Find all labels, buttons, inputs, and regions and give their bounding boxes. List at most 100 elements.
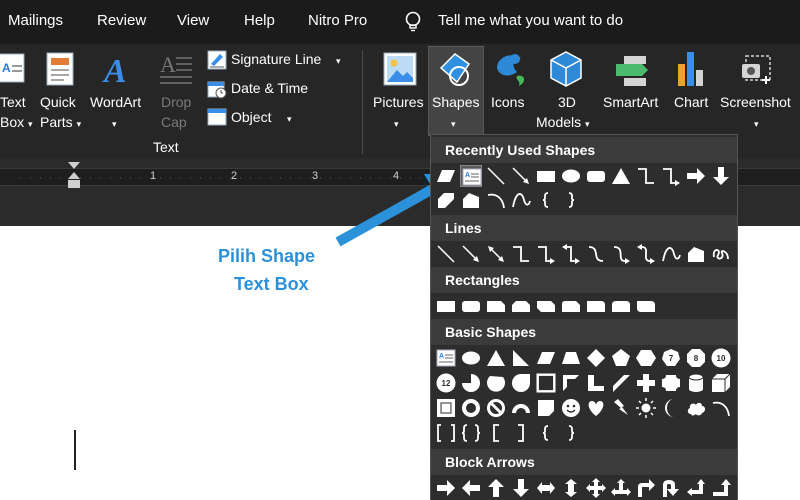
shape-diagonal-stripe-icon[interactable]	[610, 372, 632, 394]
shape-arrow-line-icon[interactable]	[510, 165, 532, 187]
indent-marker-icon[interactable]	[66, 160, 82, 190]
shape-down-arrow-icon[interactable]	[510, 477, 532, 499]
shape-pie-icon[interactable]	[460, 372, 482, 394]
shape-right-triangle-icon[interactable]	[510, 347, 532, 369]
shape-lightning-bolt-icon[interactable]	[610, 397, 632, 419]
tell-me-search[interactable]: Tell me what you want to do	[438, 12, 623, 29]
shape-line-icon[interactable]	[435, 243, 457, 265]
shape-elbow-connector-icon[interactable]	[510, 243, 532, 265]
shape-cube-icon[interactable]	[710, 372, 732, 394]
shape-oval-icon[interactable]	[560, 165, 582, 187]
shape-left-arrow-icon[interactable]	[460, 477, 482, 499]
shape-freeform-icon[interactable]	[685, 243, 707, 265]
shape-snip-diagonal-icon[interactable]	[535, 295, 557, 317]
shape-folded-corner-icon[interactable]	[535, 397, 557, 419]
shape-cloud-icon[interactable]	[685, 397, 707, 419]
shape-left-brace-icon[interactable]	[535, 189, 557, 211]
shape-arc-icon[interactable]	[710, 397, 732, 419]
shape-right-arrow-icon[interactable]	[685, 165, 707, 187]
shape-dodecagon-icon[interactable]: 12	[435, 372, 457, 394]
shape-curve-icon[interactable]	[510, 189, 532, 211]
shapes-button[interactable]	[428, 46, 484, 136]
shape-left-up-arrow-icon[interactable]	[685, 477, 707, 499]
shape-bent-arrow-icon[interactable]	[635, 477, 657, 499]
shape-right-brace-icon[interactable]	[560, 422, 582, 444]
shape-chord-icon[interactable]	[485, 372, 507, 394]
shape-right-brace-icon[interactable]	[560, 189, 582, 211]
shape-left-right-arrow-icon[interactable]	[535, 477, 557, 499]
shape-right-bracket-icon[interactable]	[510, 422, 532, 444]
shape-elbow-arrow-connector-icon[interactable]	[660, 165, 682, 187]
shape-triangle-icon[interactable]	[610, 165, 632, 187]
shape-arc-icon[interactable]	[485, 189, 507, 211]
shape-no-symbol-icon[interactable]	[485, 397, 507, 419]
shape-line-icon[interactable]	[485, 165, 507, 187]
shape-trapezoid-icon[interactable]	[560, 347, 582, 369]
shape-l-shape-icon[interactable]	[585, 372, 607, 394]
shape-snip-round-icon[interactable]	[560, 295, 582, 317]
shape-smiley-face-icon[interactable]	[560, 397, 582, 419]
shape-decagon-icon[interactable]: 10	[710, 347, 732, 369]
shape-curved-connector-icon[interactable]	[585, 243, 607, 265]
shape-left-bracket-icon[interactable]	[485, 422, 507, 444]
shape-u-turn-arrow-icon[interactable]	[660, 477, 682, 499]
menu-view[interactable]: View	[177, 12, 209, 29]
shape-freeform-icon[interactable]	[460, 189, 482, 211]
shape-elbow-connector-icon[interactable]	[635, 165, 657, 187]
shape-double-brace-icon[interactable]	[460, 422, 482, 444]
shape-quad-arrow-icon[interactable]	[585, 477, 607, 499]
shape-curved-double-arrow-icon[interactable]	[635, 243, 657, 265]
shape-can-icon[interactable]	[685, 372, 707, 394]
shape-double-bracket-icon[interactable]	[435, 422, 457, 444]
shape-elbow-arrow-connector-icon[interactable]	[535, 243, 557, 265]
shape-hexagon-icon[interactable]	[635, 347, 657, 369]
shape-snip-single-corner-icon[interactable]	[485, 295, 507, 317]
shape-rectangle-corner-icon[interactable]	[435, 189, 457, 211]
shape-rounded-rectangle-icon[interactable]	[585, 165, 607, 187]
shape-half-frame-icon[interactable]	[560, 372, 582, 394]
shape-donut-icon[interactable]	[460, 397, 482, 419]
shape-scribble-icon[interactable]	[710, 243, 732, 265]
shape-heptagon-icon[interactable]: 7	[660, 347, 682, 369]
shape-parallelogram-icon[interactable]	[535, 347, 557, 369]
shape-bent-up-arrow-icon[interactable]	[710, 477, 732, 499]
shape-curved-arrow-connector-icon[interactable]	[610, 243, 632, 265]
shape-left-right-up-arrow-icon[interactable]	[610, 477, 632, 499]
shape-up-arrow-icon[interactable]	[485, 477, 507, 499]
shape-parallelogram-icon[interactable]	[435, 165, 457, 187]
menu-nitro-pro[interactable]: Nitro Pro	[308, 12, 367, 29]
menu-mailings[interactable]: Mailings	[8, 12, 63, 29]
shape-rectangle-icon[interactable]	[435, 295, 457, 317]
shape-round-diagonal-icon[interactable]	[635, 295, 657, 317]
shape-teardrop-icon[interactable]	[510, 372, 532, 394]
shape-elbow-double-arrow-icon[interactable]	[560, 243, 582, 265]
shape-round-same-side-icon[interactable]	[610, 295, 632, 317]
shape-left-brace-icon[interactable]	[535, 422, 557, 444]
shape-diamond-icon[interactable]	[585, 347, 607, 369]
shape-block-arc-icon[interactable]	[510, 397, 532, 419]
shape-sun-icon[interactable]	[635, 397, 657, 419]
shape-double-arrow-line-icon[interactable]	[485, 243, 507, 265]
shape-rectangle-icon[interactable]	[535, 165, 557, 187]
shape-heart-icon[interactable]	[585, 397, 607, 419]
shape-snip-same-side-icon[interactable]	[510, 295, 532, 317]
shape-text-box-icon[interactable]: A	[460, 165, 482, 187]
shape-rounded-rectangle-icon[interactable]	[460, 295, 482, 317]
shape-plaque-icon[interactable]	[660, 372, 682, 394]
shape-oval-icon[interactable]	[460, 347, 482, 369]
shape-arrow-line-icon[interactable]	[460, 243, 482, 265]
shape-cross-icon[interactable]	[635, 372, 657, 394]
shape-isosceles-triangle-icon[interactable]	[485, 347, 507, 369]
shape-curve-icon[interactable]	[660, 243, 682, 265]
shape-round-single-corner-icon[interactable]	[585, 295, 607, 317]
shape-moon-icon[interactable]	[660, 397, 682, 419]
shape-pentagon-icon[interactable]	[610, 347, 632, 369]
shape-text-box-icon[interactable]: A	[435, 347, 457, 369]
shape-up-down-arrow-icon[interactable]	[560, 477, 582, 499]
lightbulb-icon[interactable]	[402, 10, 424, 34]
shape-down-arrow-icon[interactable]	[710, 165, 732, 187]
shape-octagon-icon[interactable]: 8	[685, 347, 707, 369]
shape-bevel-icon[interactable]	[435, 397, 457, 419]
shape-right-arrow-icon[interactable]	[435, 477, 457, 499]
menu-help[interactable]: Help	[244, 12, 275, 29]
